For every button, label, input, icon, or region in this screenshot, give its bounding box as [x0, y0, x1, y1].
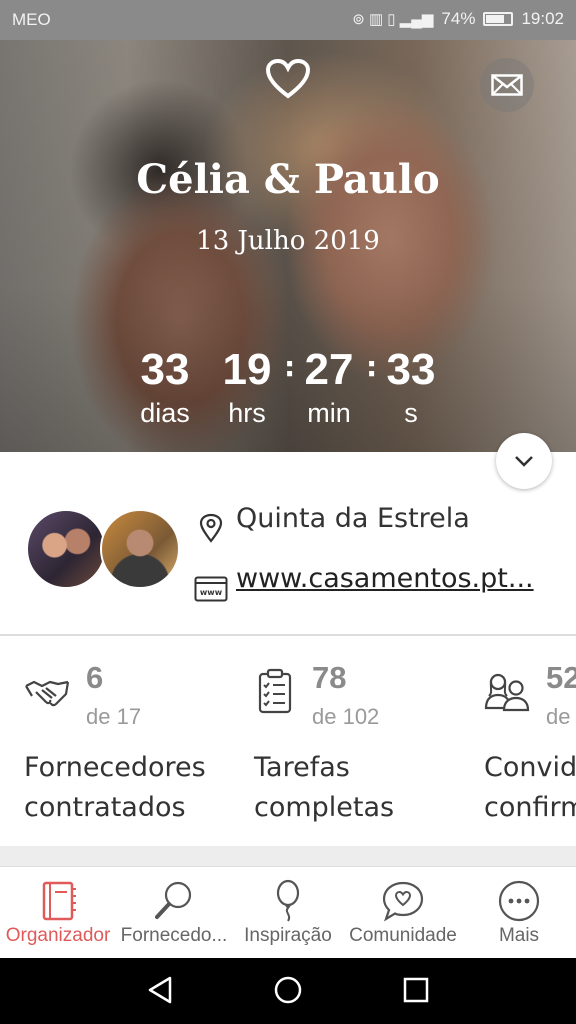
nav-vendors[interactable]: Fornecedo...: [116, 867, 232, 959]
countdown-value: 33: [140, 345, 190, 394]
nav-label: Fornecedo...: [120, 925, 228, 946]
divider: [0, 634, 576, 636]
avatar-groom[interactable]: [100, 509, 180, 589]
bottom-navigation: Organizador Fornecedo... Inspiração Comu…: [0, 866, 576, 958]
signal-icon: ⊚ ▥ ▯ ▂▄▆: [352, 11, 434, 28]
status-bar: MEO ⊚ ▥ ▯ ▂▄▆ 74% 19:02: [0, 0, 576, 40]
system-navigation-bar: [0, 958, 576, 1024]
section-separator: [0, 846, 576, 866]
checklist-icon: [258, 668, 292, 714]
handshake-icon: [25, 680, 70, 707]
battery-percent: 74%: [441, 9, 476, 28]
countdown-unit: min: [307, 398, 351, 428]
nav-label: Mais: [498, 925, 540, 946]
countdown-value: 27: [304, 345, 354, 394]
messages-button[interactable]: [480, 58, 534, 112]
stat-label: Tarefas completas: [254, 752, 395, 823]
stat-label: Fornecedores contratados: [24, 752, 206, 823]
stat-value: 6: [86, 660, 104, 695]
nav-label: Comunidade: [349, 925, 457, 946]
countdown-unit: dias: [140, 398, 190, 428]
expand-details-button[interactable]: [496, 433, 552, 489]
countdown-days: 33 dias: [130, 344, 200, 430]
clock: 19:02: [521, 9, 564, 28]
nav-more[interactable]: Mais: [462, 867, 576, 959]
back-icon[interactable]: [146, 975, 174, 1005]
nav-community[interactable]: Comunidade: [344, 867, 462, 959]
envelope-icon: [491, 74, 523, 96]
venue-name: Quinta da Estrela: [236, 503, 470, 534]
nav-inspiration[interactable]: Inspiração: [232, 867, 344, 959]
nav-label: Organizador: [5, 925, 111, 946]
battery-icon: [483, 12, 514, 26]
stat-total: de 17: [86, 704, 142, 729]
notebook-icon: [42, 881, 76, 921]
heart-icon: [265, 58, 311, 99]
countdown-hours: 19 hrs: [212, 344, 282, 430]
chevron-down-icon: [515, 456, 533, 467]
home-icon[interactable]: [273, 975, 303, 1005]
couple-photo-header: Célia & Paulo 13 Julho 2019 33 dias 19 h…: [0, 40, 576, 452]
carrier-label: MEO: [12, 10, 51, 29]
countdown-value: 33: [386, 345, 436, 394]
stat-value: 78: [312, 660, 347, 695]
countdown-unit: s: [404, 398, 418, 428]
guests-icon: [484, 673, 530, 712]
stat-total: de 102: [312, 704, 380, 729]
more-icon: [498, 880, 540, 922]
chat-heart-icon: [382, 881, 424, 922]
balloon-icon: [276, 879, 300, 922]
stat-value: 52: [546, 660, 576, 695]
magnifier-icon: [155, 881, 192, 919]
recents-icon[interactable]: [402, 975, 430, 1005]
svg-text:www: www: [200, 588, 223, 597]
countdown-minutes: 27 min: [294, 344, 364, 430]
stat-label: Convid confirm: [484, 752, 576, 823]
countdown-seconds: 33 s: [376, 344, 446, 430]
countdown-timer: 33 dias 19 hrs : 27 min : 33 s: [126, 344, 450, 434]
countdown-value: 19: [222, 345, 272, 394]
website-link[interactable]: www.casamentos.pt...: [236, 563, 556, 594]
stat-total: de: [546, 704, 571, 729]
status-icons: ⊚ ▥ ▯ ▂▄▆ 74% 19:02: [352, 9, 564, 29]
wedding-date: 13 Julho 2019: [196, 226, 380, 256]
nav-label: Inspiração: [244, 925, 332, 946]
avatar-bride[interactable]: [26, 509, 106, 589]
website-icon: www: [194, 576, 228, 602]
nav-organizer[interactable]: Organizador: [0, 867, 116, 959]
couple-names: Célia & Paulo: [136, 156, 440, 203]
countdown-unit: hrs: [228, 398, 266, 428]
location-pin-icon: [199, 513, 223, 543]
